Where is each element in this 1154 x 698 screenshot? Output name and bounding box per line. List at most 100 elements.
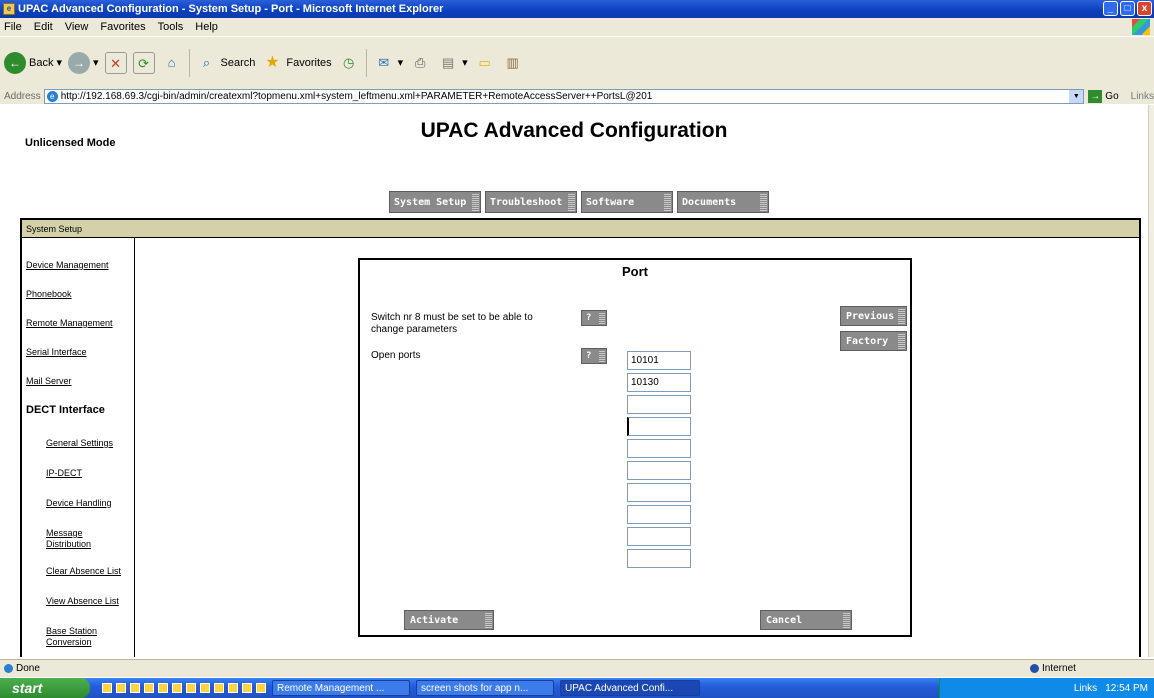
menu-device-management[interactable]: Device Management [26,260,109,270]
chevron-down-icon[interactable]: ▾ [56,56,62,69]
taskbar-item-screen-shots[interactable]: screen shots for app n... [416,680,554,696]
port-input-1[interactable] [627,351,691,370]
address-bar: Address e http://192.168.69.3/cgi-bin/ad… [0,88,1154,104]
open-ports-label: Open ports [371,350,421,361]
taskbar-item-upac[interactable]: UPAC Advanced Confi... [560,680,700,696]
tab-software[interactable]: Software [581,191,673,213]
chevron-down-icon[interactable]: ▾ [398,56,404,69]
menu-view-absence-list[interactable]: View Absence List [46,596,119,606]
port-input-6[interactable] [627,461,691,480]
favorites-button[interactable]: ★ Favorites [261,52,331,74]
maximize-button[interactable]: □ [1120,1,1135,16]
edit-icon[interactable]: ▤ [437,52,459,74]
taskbar: start Remote Management ... screen shots… [0,678,1154,698]
factory-label: Factory [846,336,889,347]
switch-help-button[interactable]: ? [581,310,607,326]
menu-general-settings[interactable]: General Settings [46,438,113,448]
port-input-8[interactable] [627,505,691,524]
tab-troubleshoot[interactable]: Troubleshoot [485,191,577,213]
chevron-down-icon[interactable]: ▼ [1069,89,1084,103]
close-button[interactable]: x [1137,1,1152,16]
port-input-4[interactable] [627,417,691,436]
grip-icon [843,612,850,628]
quick-launch-icon[interactable] [186,683,196,693]
back-button[interactable]: ← Back ▾ [4,51,62,74]
toolbar-divider [365,48,367,77]
menu-dect-interface[interactable]: DECT Interface [26,404,105,416]
chevron-down-icon[interactable]: ▾ [462,56,468,69]
menu-mail-server[interactable]: Mail Server [26,376,72,386]
menu-ip-dect[interactable]: IP-DECT [46,468,82,478]
previous-button[interactable]: Previous [840,306,907,326]
history-icon[interactable]: ◷ [338,52,360,74]
port-input-2[interactable] [627,373,691,392]
port-input-9[interactable] [627,527,691,546]
address-url: http://192.168.69.3/cgi-bin/admin/create… [60,90,653,102]
quick-launch-icon[interactable] [130,683,140,693]
menu-serial-interface[interactable]: Serial Interface [26,347,87,357]
help-label: ? [586,351,592,361]
quick-launch-icon[interactable] [200,683,210,693]
search-button[interactable]: ⌕ Search [196,52,256,74]
links-toolbar[interactable]: Links [1119,91,1154,102]
quick-launch-icon[interactable] [172,683,182,693]
grip-icon [898,308,905,324]
port-input-5[interactable] [627,439,691,458]
menu-help[interactable]: Help [195,21,218,33]
forward-button[interactable]: → ▾ [68,51,99,74]
quick-launch-icon[interactable] [242,683,252,693]
address-input[interactable]: e http://192.168.69.3/cgi-bin/admin/crea… [43,88,1085,104]
forward-arrow-icon: → [68,51,90,74]
menu-device-handling[interactable]: Device Handling [46,498,112,508]
quick-launch-icon[interactable] [214,683,224,693]
start-button[interactable]: start [0,678,90,698]
refresh-icon[interactable]: ⟳ [132,51,155,74]
cancel-label: Cancel [766,615,803,626]
quick-launch-icon[interactable] [102,683,112,693]
menu-base-station-conversion[interactable]: Base Station Conversion [46,626,116,648]
globe-icon [1030,664,1039,673]
page-icon: e [46,90,58,102]
back-arrow-icon: ← [4,51,26,74]
menu-phonebook[interactable]: Phonebook [26,289,72,299]
grip-icon [568,193,575,211]
print-icon[interactable]: ⎙ [409,52,431,74]
go-button[interactable]: → Go [1084,89,1119,103]
menu-tools[interactable]: Tools [158,21,184,33]
taskbar-item-remote-management[interactable]: Remote Management ... [272,680,410,696]
ports-help-button[interactable]: ? [581,348,607,364]
research-icon[interactable]: ▥ [502,52,524,74]
menu-remote-management[interactable]: Remote Management [26,318,113,328]
activate-button[interactable]: Activate [404,610,494,630]
folder-icon[interactable]: ▭ [474,52,496,74]
port-input-3[interactable] [627,395,691,414]
quick-launch-icon[interactable] [158,683,168,693]
tab-system-setup[interactable]: System Setup [389,191,481,213]
quick-launch-icon[interactable] [256,683,266,693]
mail-icon[interactable]: ✉ [373,52,395,74]
quick-launch-icon[interactable] [228,683,238,693]
home-icon[interactable]: ⌂ [161,52,183,74]
factory-button[interactable]: Factory [840,331,907,351]
quick-launch-icon[interactable] [116,683,126,693]
tray-links[interactable]: Links [1074,683,1097,694]
menu-view[interactable]: View [65,21,89,33]
menu-file[interactable]: File [4,21,22,33]
menu-clear-absence-list[interactable]: Clear Absence List [46,566,121,576]
stop-icon[interactable]: ✕ [104,51,127,74]
quick-launch-icon[interactable] [144,683,154,693]
chevron-down-icon[interactable]: ▾ [93,56,99,69]
browser-toolbar: ← Back ▾ → ▾ ✕ ⟳ ⌂ ⌕ Search ★ Favorites … [0,36,1154,88]
tab-documents[interactable]: Documents [677,191,769,213]
cancel-button[interactable]: Cancel [760,610,852,630]
menu-favorites[interactable]: Favorites [100,21,145,33]
tab-label: Troubleshoot [490,196,563,208]
page-scrollbar[interactable] [1148,105,1154,657]
grip-icon [898,333,905,349]
menu-edit[interactable]: Edit [34,21,53,33]
port-input-7[interactable] [627,483,691,502]
minimize-button[interactable]: _ [1103,1,1118,16]
tab-label: Documents [682,196,737,208]
menu-message-distribution[interactable]: Message Distribution [46,528,116,550]
port-input-10[interactable] [627,549,691,568]
